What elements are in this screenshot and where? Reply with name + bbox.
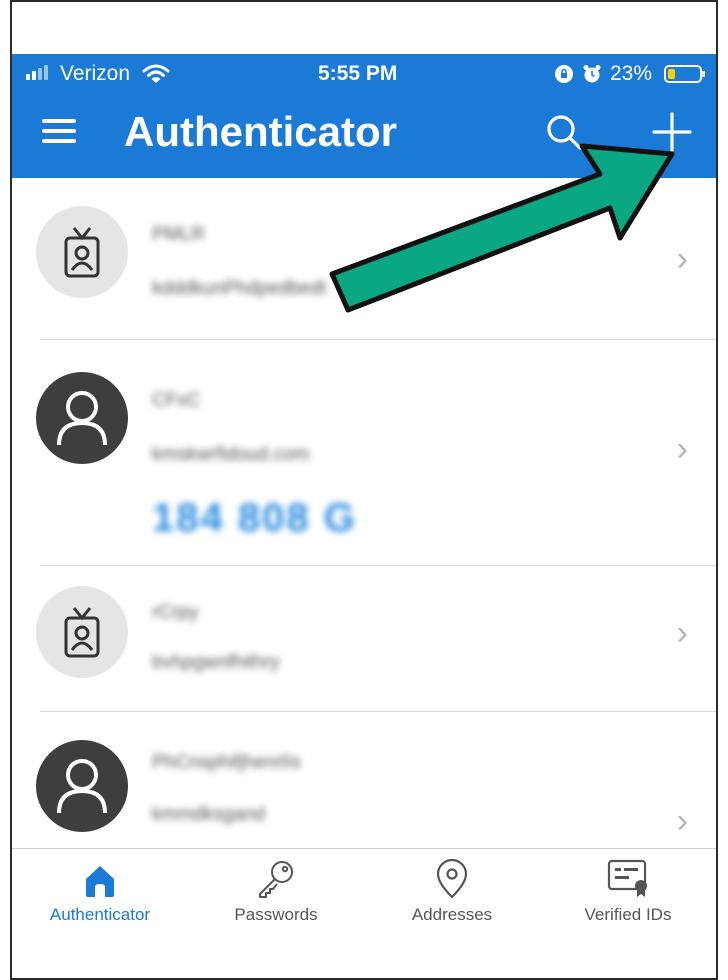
- tab-addresses[interactable]: Addresses: [364, 849, 540, 939]
- page-title: Authenticator: [124, 108, 397, 155]
- tab-bar: Authenticator Passwords Addresses Verifi…: [12, 848, 716, 939]
- key-icon: [259, 861, 293, 898]
- nav-row: Authenticator: [12, 100, 716, 178]
- person-icon: [36, 372, 128, 464]
- plus-icon[interactable]: [650, 110, 694, 154]
- battery-percentage: 23%: [609, 62, 652, 85]
- search-icon[interactable]: [544, 112, 586, 154]
- location-pin-icon: [436, 859, 468, 899]
- account-username: kmskwrfidoud.com: [152, 444, 310, 465]
- chevron-right-icon: ›: [676, 240, 688, 278]
- account-row[interactable]: rCrpy bvhpgwnfhithry ›: [12, 566, 716, 712]
- rotation-lock-icon: [554, 65, 573, 83]
- wifi-icon: [142, 64, 170, 83]
- account-username: kdddkunPhdpedbedt: [152, 278, 327, 299]
- status-bar: Verizon 5:55 PM 23%: [12, 54, 716, 100]
- house-icon: [86, 866, 114, 897]
- hamburger-menu-icon[interactable]: [42, 114, 76, 148]
- tab-label: Verified IDs: [584, 905, 672, 924]
- tab-label: Passwords: [234, 905, 318, 924]
- account-list: PMLR kdddkunPhdpedbedt › CFxC kmskwrfido…: [12, 178, 716, 844]
- id-badge-icon: [36, 206, 128, 298]
- chevron-right-icon: ›: [676, 614, 688, 652]
- tab-authenticator[interactable]: Authenticator: [12, 849, 188, 939]
- account-row[interactable]: PhCnsphifjhenrlís kmmdksgand ›: [12, 712, 716, 844]
- account-name: PhCnsphifjhenrlís: [152, 752, 301, 773]
- one-time-code: 184 808 G: [152, 496, 357, 540]
- tab-label: Authenticator: [49, 905, 151, 924]
- id-card-icon: [607, 859, 647, 897]
- account-username: kmmdksgand: [152, 804, 265, 825]
- account-name: CFxC: [152, 390, 201, 411]
- account-name: PMLR: [152, 224, 205, 245]
- tab-verified-ids[interactable]: Verified IDs: [540, 849, 716, 939]
- tab-label: Addresses: [411, 905, 493, 924]
- account-row[interactable]: CFxC kmskwrfidoud.com 184 808 G ›: [12, 340, 716, 566]
- person-icon: [36, 740, 128, 832]
- alarm-icon: [583, 65, 601, 83]
- battery-icon: [664, 65, 705, 83]
- chevron-right-icon: ›: [676, 802, 688, 840]
- carrier-name: Verizon: [60, 62, 131, 85]
- chevron-right-icon: ›: [676, 430, 688, 468]
- id-badge-icon: [36, 586, 128, 678]
- account-username: bvhpgwnfhithry: [152, 652, 280, 673]
- account-name: rCrpy: [152, 602, 199, 623]
- battery-level-fill: [668, 69, 675, 79]
- clock: 5:55 PM: [318, 62, 398, 85]
- account-row[interactable]: PMLR kdddkunPhdpedbedt ›: [12, 178, 716, 340]
- status-indicators: 23%: [554, 62, 705, 86]
- tab-passwords[interactable]: Passwords: [188, 849, 364, 939]
- signal-strength-icon: [26, 65, 48, 80]
- app-header: Verizon 5:55 PM 23% Authenticator: [12, 54, 716, 178]
- phone-screenshot: Verizon 5:55 PM 23% Authenticator PMLR k…: [10, 0, 718, 980]
